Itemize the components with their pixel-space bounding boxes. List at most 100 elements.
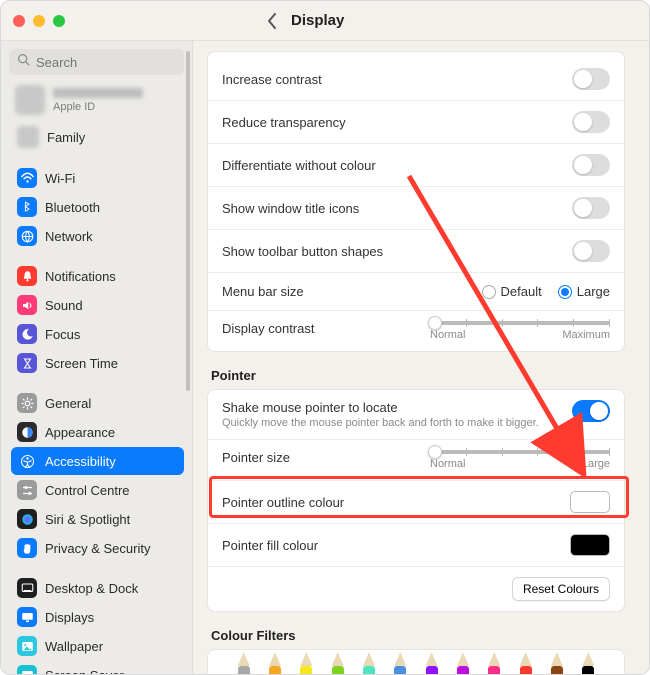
sidebar-item-label: Privacy & Security: [45, 541, 178, 556]
sidebar-item-network[interactable]: Network: [11, 222, 184, 250]
row-show-title-icons: Show window title icons: [208, 187, 624, 230]
row-increase-contrast: Increase contrast: [208, 58, 624, 101]
colour-pencil: .pencil[style*="#f5a623"]::after{backgro…: [269, 666, 281, 674]
sidebar-item-displays[interactable]: Displays: [11, 603, 184, 631]
settings-window: Display Apple ID Family Wi-Fi Bluetooth Ne…: [0, 0, 650, 675]
sidebar-item-family[interactable]: Family: [11, 122, 184, 152]
sidebar-item-sound[interactable]: Sound: [11, 291, 184, 319]
row-menu-bar-size: Menu bar size Default Large: [208, 273, 624, 311]
user-sublabel: Apple ID: [53, 101, 143, 113]
section-heading-colour-filters: Colour Filters: [207, 628, 625, 649]
sidebar-item-appearance[interactable]: Appearance: [11, 418, 184, 446]
bell-icon: [17, 266, 37, 286]
sidebar-item-siri[interactable]: Siri & Spotlight: [11, 505, 184, 533]
toggle-reduce-transparency[interactable]: [572, 111, 610, 133]
radio-option-large[interactable]: Large: [558, 284, 610, 300]
colour-pencil: .pencil[style*="#50e3c2"]::after{backgro…: [363, 666, 375, 674]
page-title: Display: [291, 12, 344, 29]
colour-pencil: .pencil[style*="#4a90e2"]::after{backgro…: [394, 666, 406, 674]
sidebar-item-wallpaper[interactable]: Wallpaper: [11, 632, 184, 660]
sidebar-item-label: Bluetooth: [45, 200, 178, 215]
accessibility-icon: [17, 451, 37, 471]
bluetooth-icon: [17, 197, 37, 217]
radio-option-default[interactable]: Default: [482, 284, 542, 300]
toggle-shake-locate[interactable]: [572, 400, 610, 422]
sidebar-item-label: General: [45, 396, 178, 411]
sidebar-item-screensaver[interactable]: Screen Saver: [11, 661, 184, 674]
sidebar-item-label: Notifications: [45, 269, 178, 284]
toggle-show-toolbar-shapes[interactable]: [572, 240, 610, 262]
sidebar-item-notifications[interactable]: Notifications: [11, 262, 184, 290]
hourglass-icon: [17, 353, 37, 373]
pointer-card: Shake mouse pointer to locate Quickly mo…: [207, 389, 625, 612]
row-diff-without-colour: Differentiate without colour: [208, 144, 624, 187]
colour-pencil: .pencil[style*="#bd10e0"]::after{backgro…: [457, 666, 469, 674]
sidebar-item-label: Desktop & Dock: [45, 581, 178, 596]
slider-pointer-size[interactable]: [430, 450, 610, 454]
colour-filters-card: .pencil[style*="#a8a8a8"]::after{backgro…: [207, 649, 625, 674]
toggle-increase-contrast[interactable]: [572, 68, 610, 90]
row-reset-colours: Reset Colours: [208, 567, 624, 611]
row-display-contrast: Display contrast Normal Maximum: [208, 311, 624, 351]
sidebar: Apple ID Family Wi-Fi Bluetooth Network Not…: [1, 41, 193, 674]
dock-icon: [17, 578, 37, 598]
sidebar-item-label: Screen Saver: [45, 668, 178, 675]
traffic-lights: [13, 15, 65, 27]
colour-swatch-fill[interactable]: [570, 534, 610, 556]
back-button[interactable]: [263, 12, 281, 30]
sidebar-item-label: Wi-Fi: [45, 171, 178, 186]
sidebar-item-privacy[interactable]: Privacy & Security: [11, 534, 184, 562]
gear-icon: [17, 393, 37, 413]
colour-swatch-outline[interactable]: [570, 491, 610, 513]
reset-colours-button[interactable]: Reset Colours: [512, 577, 610, 601]
search-field[interactable]: [9, 49, 184, 75]
sidebar-item-label: Screen Time: [45, 356, 178, 371]
sidebar-scrollbar[interactable]: [186, 51, 190, 391]
colour-pencil: .pencil[style*="#8b4513"]::after{backgro…: [551, 666, 563, 674]
radio-group-menu-bar-size: Default Large: [482, 284, 610, 300]
search-input[interactable]: [36, 55, 176, 70]
colour-pencil: .pencil[style*="#ff3b30"]::after{backgro…: [520, 666, 532, 674]
row-pointer-outline-colour: Pointer outline colour: [208, 481, 624, 524]
minimize-button[interactable]: [33, 15, 45, 27]
sidebar-item-label: Sound: [45, 298, 178, 313]
titlebar: Display: [1, 1, 649, 41]
sliders-icon: [17, 480, 37, 500]
display-settings-card: Increase contrast Reduce transparency Di…: [207, 51, 625, 352]
colour-filter-preview: .pencil[style*="#a8a8a8"]::after{backgro…: [208, 650, 624, 674]
user-avatar: [15, 85, 45, 115]
sidebar-item-screentime[interactable]: Screen Time: [11, 349, 184, 377]
sidebar-item-label: Family: [47, 130, 178, 145]
sidebar-item-controlcentre[interactable]: Control Centre: [11, 476, 184, 504]
toggle-diff-without-colour[interactable]: [572, 154, 610, 176]
sidebar-item-desktop[interactable]: Desktop & Dock: [11, 574, 184, 602]
section-heading-pointer: Pointer: [207, 368, 625, 389]
sidebar-item-appleid[interactable]: Apple ID: [9, 83, 186, 121]
sidebar-item-focus[interactable]: Focus: [11, 320, 184, 348]
appearance-icon: [17, 422, 37, 442]
screensaver-icon: [17, 665, 37, 674]
close-button[interactable]: [13, 15, 25, 27]
wifi-icon: [17, 168, 37, 188]
sidebar-item-accessibility[interactable]: Accessibility: [11, 447, 184, 475]
user-name-redacted: [53, 88, 143, 98]
colour-pencil: .pencil[style*="#000000"]::after{backgro…: [582, 666, 594, 674]
zoom-button[interactable]: [53, 15, 65, 27]
colour-pencil: .pencil[style*="#9013fe"]::after{backgro…: [426, 666, 438, 674]
colour-pencil: .pencil[style*="#7ed321"]::after{backgro…: [332, 666, 344, 674]
sidebar-item-label: Network: [45, 229, 178, 244]
search-icon: [17, 53, 30, 71]
speaker-icon: [17, 295, 37, 315]
slider-display-contrast[interactable]: [430, 321, 610, 325]
moon-icon: [17, 324, 37, 344]
colour-pencil: .pencil[style*="#f8e71c"]::after{backgro…: [300, 666, 312, 674]
hand-icon: [17, 538, 37, 558]
sidebar-item-wifi[interactable]: Wi-Fi: [11, 164, 184, 192]
sidebar-item-label: Accessibility: [45, 454, 178, 469]
toggle-show-title-icons[interactable]: [572, 197, 610, 219]
row-reduce-transparency: Reduce transparency: [208, 101, 624, 144]
sidebar-item-bluetooth[interactable]: Bluetooth: [11, 193, 184, 221]
globe-icon: [17, 226, 37, 246]
sidebar-item-general[interactable]: General: [11, 389, 184, 417]
siri-icon: [17, 509, 37, 529]
